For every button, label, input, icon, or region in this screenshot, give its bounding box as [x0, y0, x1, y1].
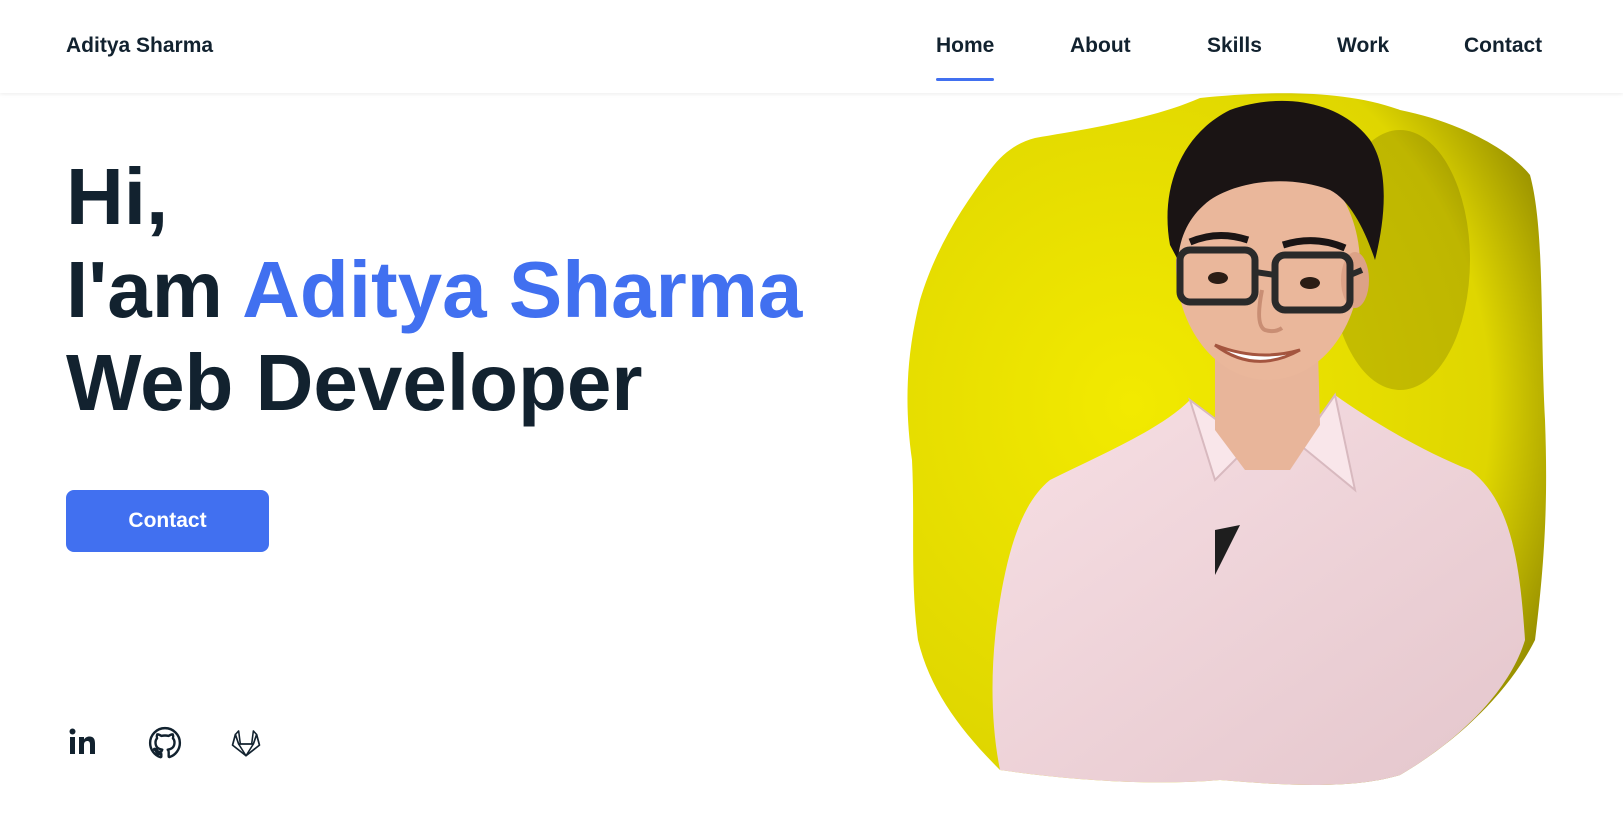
gitlab-icon[interactable]	[229, 726, 263, 760]
nav-skills[interactable]: Skills	[1207, 34, 1262, 58]
hero-intro-prefix: I'am	[66, 245, 243, 334]
github-icon[interactable]	[148, 726, 182, 760]
contact-button[interactable]: Contact	[66, 490, 269, 552]
header: Aditya Sharma Home About Skills Work Con…	[0, 0, 1623, 93]
hero-greeting: Hi,	[66, 152, 169, 241]
nav-home[interactable]: Home	[936, 34, 995, 81]
nav-work[interactable]: Work	[1337, 34, 1389, 58]
nav-contact[interactable]: Contact	[1464, 34, 1542, 58]
hero-intro: I'am Aditya Sharma	[66, 243, 802, 336]
hero-role: Web Developer	[66, 338, 643, 427]
nav-about[interactable]: About	[1070, 34, 1131, 58]
hero-heading: Hi, I'am Aditya Sharma Web Developer	[66, 150, 802, 429]
site-logo[interactable]: Aditya Sharma	[66, 34, 213, 58]
hero-name: Aditya Sharma	[242, 245, 803, 334]
linkedin-icon[interactable]	[66, 726, 100, 760]
